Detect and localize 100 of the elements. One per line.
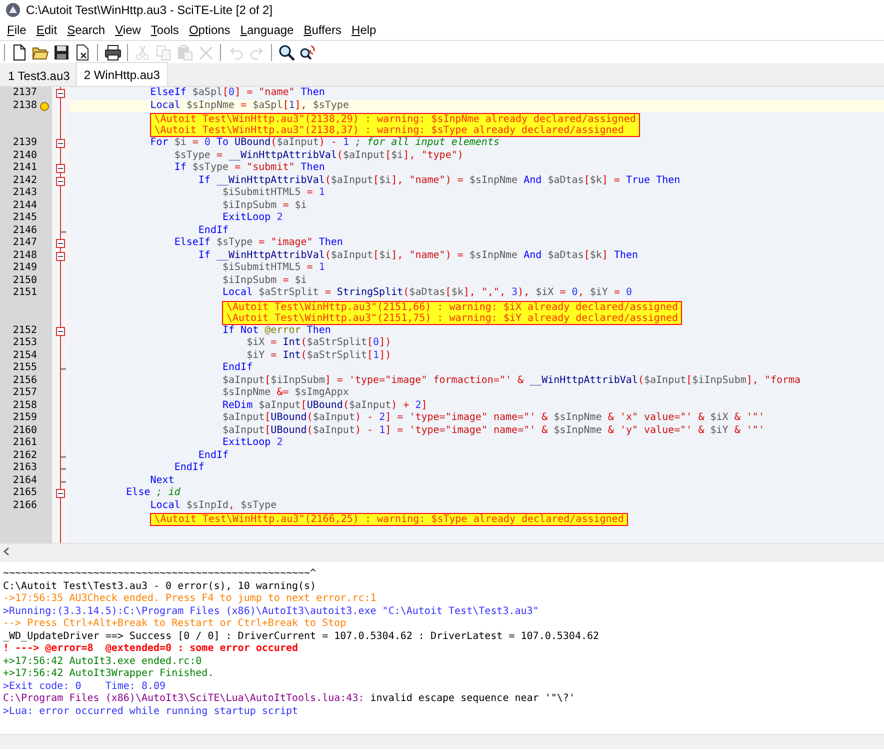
code-line: EndIf <box>221 362 254 374</box>
line-number: 2146 <box>12 224 37 237</box>
code-line: $aInput[UBound($aInput) - 1] = 'type="image" name="' & $sInpNme & 'y" value="' & $iY & '"' <box>221 424 766 437</box>
menu-item[interactable]: Tools <box>146 23 184 37</box>
fold-minus-icon[interactable] <box>56 176 65 186</box>
menu-item[interactable]: Buffers <box>298 23 347 37</box>
code-line: ElseIf $sType = "image" Then <box>173 237 344 250</box>
line-number: 2139 <box>12 137 37 150</box>
menu-item[interactable]: Options <box>184 23 236 37</box>
window-title: C:\Autoit Test\WinHttp.au3 - SciTE-Lite [2 of 2] <box>26 3 273 17</box>
code-line: $iY = Int($aStrSplit[1]) <box>246 350 392 362</box>
line-number: 2148 <box>12 250 37 262</box>
code-line: ReDim $aInput[UBound($aInput) + 2] <box>221 400 428 412</box>
fold-minus-icon[interactable] <box>56 489 65 498</box>
fold-minus-icon[interactable] <box>56 326 65 336</box>
new-file-icon[interactable] <box>11 44 28 60</box>
line-number: 2138 <box>12 100 37 112</box>
line-number: 2163 <box>12 462 37 474</box>
code-line: $aInput[UBound($aInput) - 2] = 'type="image" name="' & $sInpNme & 'x" value="' & $iX & '"' <box>221 412 766 424</box>
output-line: _WD_UpdateDriver ==> Success [0 / 0] : DriverCurrent = 107.0.5304.62 : DriverLatest = 107.0.5304.62 <box>3 630 600 643</box>
save-icon[interactable] <box>53 44 70 60</box>
output-line: --> Press Ctrl+Alt+Break to Restart or Ctrl+Break to Stop <box>3 618 348 630</box>
line-number: 2162 <box>12 450 37 462</box>
output-line: +>17:56:42 AutoIt3.exe ended.rc:0 <box>3 656 203 668</box>
code-line: $iSubmitHTML5 = 1 <box>221 187 326 200</box>
output-line: >Lua: error occurred while running startup script <box>3 706 300 718</box>
menu-item[interactable]: Search <box>62 23 110 37</box>
fold-minus-icon[interactable] <box>56 252 65 260</box>
line-number: 2137 <box>12 87 37 100</box>
line-number: 2145 <box>12 212 37 224</box>
code-line: $iX = Int($aStrSplit[0]) <box>246 337 392 350</box>
line-number: 2143 <box>12 187 37 200</box>
line-number: 2155 <box>12 362 37 374</box>
code-line: ExitLoop 2 <box>221 437 284 450</box>
code-line: $iInpSubm = $i <box>221 200 308 212</box>
menu-item[interactable]: Help <box>346 23 382 37</box>
line-number: 2152 <box>12 324 37 337</box>
output-line: ~~~~~~~~~~~~~~~~~~~~~~~~~~~~~~~~~~~~~~~~~~~~~~~~~~~^ <box>3 568 318 580</box>
fold-minus-icon[interactable] <box>56 239 65 248</box>
output-line: +>17:56:42 AutoIt3Wrapper Finished. <box>3 668 215 680</box>
line-number: 2160 <box>12 424 37 437</box>
code-line: If Not @error Then <box>221 324 332 337</box>
line-number: 2140 <box>12 150 37 162</box>
warning-annotation: \Autoit Test\WinHttp.au3"(2138,29) : warning: $sInpNme already declared/assigned \Autoit Test\WinHttp.au3"(2138,37) : warning: $sType already declared/assigned <box>150 113 640 137</box>
code-line: Next <box>149 474 176 487</box>
line-number: 2144 <box>12 200 37 212</box>
code-line: EndIf <box>197 450 230 462</box>
find-replace-icon[interactable] <box>299 44 316 60</box>
line-number: 2161 <box>12 437 37 450</box>
fold-minus-icon[interactable] <box>56 89 65 98</box>
line-number: 2164 <box>12 474 37 487</box>
search-icon[interactable] <box>278 44 295 60</box>
code-line: If $sType = "submit" Then <box>173 162 326 174</box>
code-line: Else ; id <box>125 487 182 500</box>
horizontal-scrollbar[interactable] <box>0 734 884 749</box>
fold-minus-icon[interactable] <box>56 164 65 173</box>
output-line: ->17:56:35 AU3Check ended. Press F4 to jump to next error.rc:1 <box>3 593 378 606</box>
fold-minus-icon[interactable] <box>56 139 65 148</box>
line-number: 2147 <box>12 237 37 250</box>
code-line: Local $aStrSplit = StringSplit($aDtas[$k], ",", 3), $iX = 0, $iY = 0 <box>221 287 634 300</box>
output-line: ! ---> @error=8 @extended=0 : some error occured <box>3 643 300 656</box>
code-line: Local $sInpId, $sType <box>149 500 278 512</box>
line-number: 2149 <box>12 262 37 274</box>
line-number: 2142 <box>12 174 37 187</box>
line-number: 2156 <box>12 374 37 387</box>
line-number: 2151 <box>12 287 37 300</box>
menu-item[interactable]: Language <box>235 23 299 37</box>
line-number: 2153 <box>12 337 37 350</box>
printer-icon[interactable] <box>104 44 121 60</box>
warning-annotation: \Autoit Test\WinHttp.au3"(2166,25) : warning: $sType already declared/assigned <box>150 513 628 526</box>
code-line: For $i = 0 To UBound($aInput) - 1 ; for all input elements <box>149 137 500 150</box>
close-file-icon[interactable] <box>74 44 91 60</box>
file-tab[interactable]: 2 WinHttp.au3 <box>76 62 168 86</box>
code-line: If __WinHttpAttribVal($aInput[$i], "name") = $sInpNme And $aDtas[$k] = True Then <box>197 174 682 187</box>
output-line: C:\Program Files (x86)\AutoIt3\SciTE\Lua\AutoItTools.lua:43: invalid escape sequence near '"\?' <box>3 693 576 706</box>
app-logo-icon <box>6 3 20 17</box>
output-line: C:\Autoit Test\Test3.au3 - 0 error(s), 10 warning(s) <box>3 580 318 593</box>
code-line: $iSubmitHTML5 = 1 <box>221 262 326 274</box>
line-number: 2154 <box>12 350 37 362</box>
code-line: If __WinHttpAttribVal($aInput[$i], "name") = $sInpNme And $aDtas[$k] Then <box>197 250 640 262</box>
menu-item[interactable]: Edit <box>31 23 62 37</box>
scroll-left-icon[interactable] <box>3 546 10 556</box>
menu-item[interactable]: File <box>2 23 32 37</box>
line-number: 2150 <box>12 274 37 287</box>
line-number: 2166 <box>12 500 37 512</box>
line-number: 2165 <box>12 487 37 500</box>
menu-item[interactable]: View <box>110 23 146 37</box>
code-line: $aInput[$iInpSubm] = 'type="image" formaction="' & __WinHttpAttribVal($aInput[$iInpSubm], "forma <box>221 374 802 387</box>
code-line: $sInpNme &= $sImgAppx <box>221 387 350 400</box>
warning-annotation: \Autoit Test\WinHttp.au3"(2151,66) : warning: $iX already declared/assigned \Autoit Test\WinHttp.au3"(2151,75) : warning: $iY already declared/assigned <box>222 300 682 324</box>
code-line: EndIf <box>197 224 230 237</box>
code-line: $sType = __WinHttpAttribVal($aInput[$i], "type") <box>173 150 464 162</box>
code-line: EndIf <box>173 462 206 474</box>
code-line: $iInpSubm = $i <box>221 274 308 287</box>
code-line: ElseIf $aSpl[0] = "name" Then <box>149 87 326 100</box>
line-number: 2158 <box>12 400 37 412</box>
horizontal-scrollbar[interactable] <box>0 543 884 558</box>
output-line: >Running:(3.3.14.5):C:\Program Files (x86)\AutoIt3\autoit3.exe "C:\Autoit Test\Test3.au3" <box>3 606 540 618</box>
output-line: >Exit code: 0 Time: 8.09 <box>3 680 167 693</box>
line-number: 2141 <box>12 162 37 174</box>
